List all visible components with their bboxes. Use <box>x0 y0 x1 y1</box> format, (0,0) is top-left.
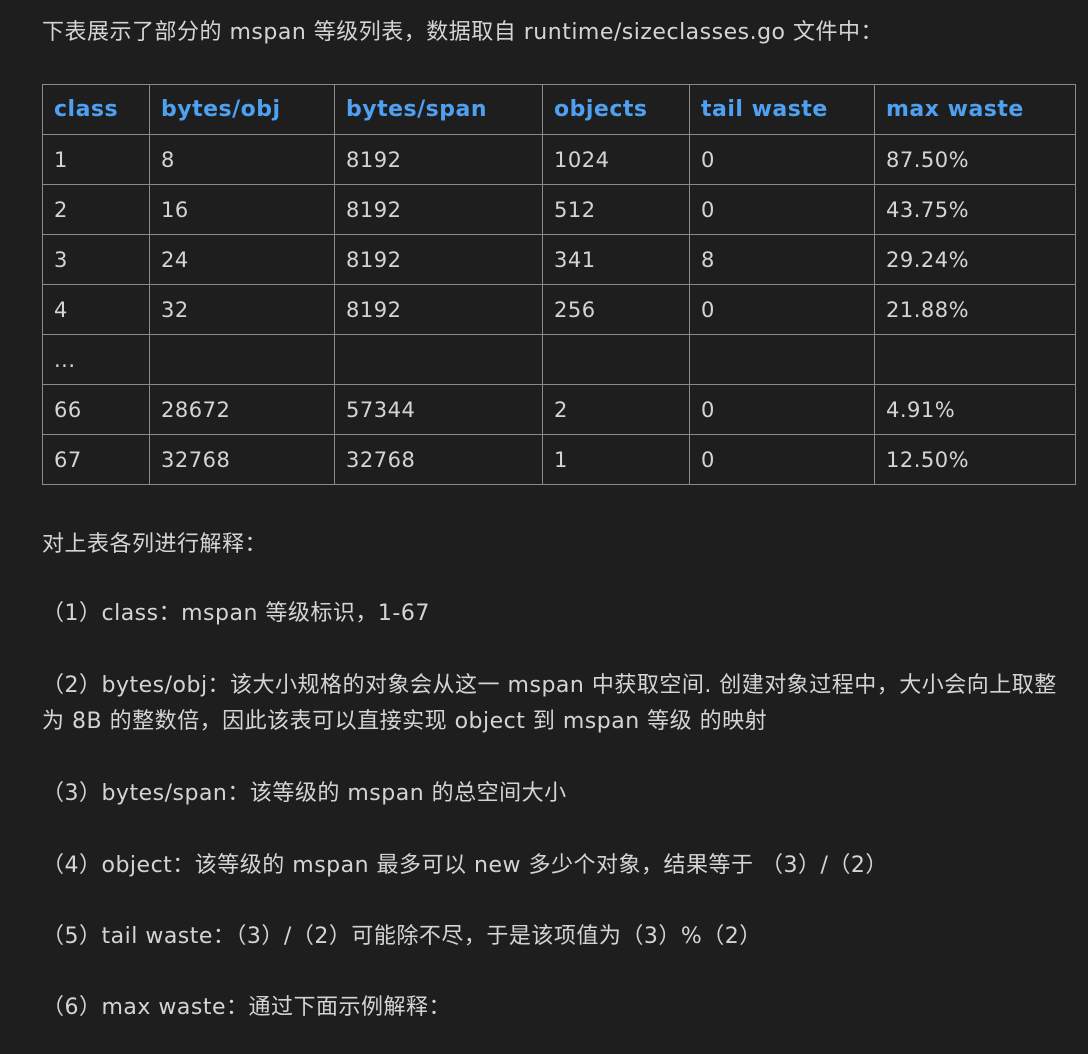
table-cell: 341 <box>542 234 690 285</box>
table-cell: 16 <box>149 184 335 235</box>
table-cell: 256 <box>542 284 690 335</box>
table-cell: 28672 <box>149 384 335 435</box>
table-cell: 87.50% <box>874 134 1076 185</box>
table-cell: 1 <box>542 434 690 485</box>
table-cell <box>689 334 875 385</box>
table-cell <box>542 334 690 385</box>
header-bytes-span: bytes/span <box>334 84 543 135</box>
header-max-waste: max waste <box>874 84 1076 135</box>
table-cell: 8192 <box>334 234 543 285</box>
explain-item-bytes-obj: （2）bytes/obj：该大小规格的对象会从这一 mspan 中获取空间. 创… <box>42 673 1057 734</box>
table-row: 2 16 8192 512 0 43.75% <box>42 184 1076 235</box>
table-cell: 0 <box>689 384 875 435</box>
table-cell: 8192 <box>334 184 543 235</box>
table-row: 66 28672 57344 2 0 4.91% <box>42 384 1076 435</box>
table-cell: 32 <box>149 284 335 335</box>
table-cell: 12.50% <box>874 434 1076 485</box>
table-cell: 4.91% <box>874 384 1076 435</box>
table-cell: 0 <box>689 434 875 485</box>
table-cell: 67 <box>42 434 150 485</box>
table-cell: 66 <box>42 384 150 435</box>
table-cell: 32768 <box>334 434 543 485</box>
table-cell: 2 <box>42 184 150 235</box>
table-row: 1 8 8192 1024 0 87.50% <box>42 134 1076 185</box>
explain-item-max-waste: （6）max waste：通过下面示例解释： <box>42 995 452 1020</box>
table-row: 3 24 8192 341 8 29.24% <box>42 234 1076 285</box>
table-cell: 29.24% <box>874 234 1076 285</box>
table-cell: 0 <box>689 134 875 185</box>
header-objects: objects <box>542 84 690 135</box>
table-cell <box>874 334 1076 385</box>
table-cell: 43.75% <box>874 184 1076 235</box>
table-cell: 512 <box>542 184 690 235</box>
table-cell: ... <box>42 334 150 385</box>
table-cell: 2 <box>542 384 690 435</box>
table-cell: 21.88% <box>874 284 1076 335</box>
table-cell: 57344 <box>334 384 543 435</box>
size-class-table: class bytes/obj bytes/span objects tail … <box>42 84 1076 485</box>
header-bytes-obj: bytes/obj <box>149 84 335 135</box>
table-cell <box>334 334 543 385</box>
header-class: class <box>42 84 150 135</box>
table-cell: 0 <box>689 284 875 335</box>
explain-item-bytes-span: （3）bytes/span：该等级的 mspan 的总空间大小 <box>42 781 567 806</box>
table-cell: 8192 <box>334 284 543 335</box>
table-row-ellipsis: ... <box>42 334 1076 385</box>
table-cell: 3 <box>42 234 150 285</box>
table-cell <box>149 334 335 385</box>
table-cell: 24 <box>149 234 335 285</box>
table-cell: 1024 <box>542 134 690 185</box>
explain-item-class: （1）class：mspan 等级标识，1-67 <box>42 601 430 626</box>
table-cell: 32768 <box>149 434 335 485</box>
table-cell: 8192 <box>334 134 543 185</box>
header-tail-waste: tail waste <box>689 84 875 135</box>
table-row: 67 32768 32768 1 0 12.50% <box>42 434 1076 485</box>
table-header-row: class bytes/obj bytes/span objects tail … <box>42 84 1076 135</box>
explain-item-objects: （4）object：该等级的 mspan 最多可以 new 多少个对象，结果等于… <box>42 853 888 878</box>
table-cell: 4 <box>42 284 150 335</box>
table-cell: 1 <box>42 134 150 185</box>
table-cell: 0 <box>689 184 875 235</box>
explain-item-tail-waste: （5）tail waste：（3）/（2）可能除不尽，于是该项值为（3）%（2） <box>42 924 762 949</box>
intro-paragraph: 下表展示了部分的 mspan 等级列表，数据取自 runtime/sizecla… <box>42 20 883 45</box>
table-row: 4 32 8192 256 0 21.88% <box>42 284 1076 335</box>
table-cell: 8 <box>149 134 335 185</box>
table-cell: 8 <box>689 234 875 285</box>
explain-heading: 对上表各列进行解释： <box>42 532 268 557</box>
